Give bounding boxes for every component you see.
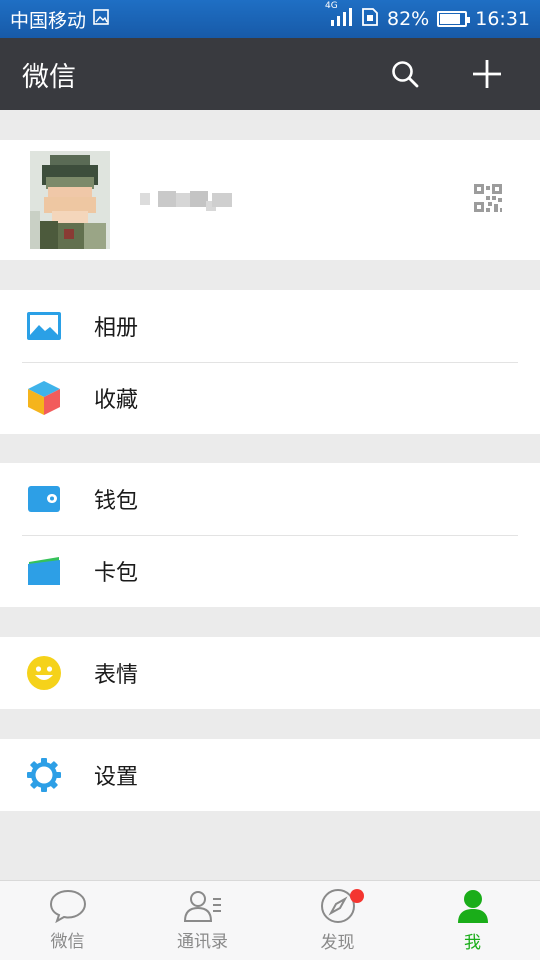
menu-item-label: 钱包 bbox=[94, 489, 139, 514]
menu-item-album[interactable]: 相册 bbox=[0, 290, 540, 362]
tab-me[interactable]: 我 bbox=[405, 881, 540, 960]
menu-item-label: 设置 bbox=[94, 765, 139, 790]
avatar bbox=[30, 151, 110, 249]
menu-group-2: 钱包 卡包 bbox=[0, 463, 540, 607]
menu-item-label: 表情 bbox=[94, 663, 139, 688]
menu-group-3: 表情 bbox=[0, 637, 540, 709]
menu-item-card-package[interactable]: 卡包 bbox=[0, 535, 540, 607]
menu-item-stickers[interactable]: 表情 bbox=[0, 637, 540, 709]
notification-badge bbox=[350, 889, 364, 903]
favorites-cube-icon bbox=[22, 376, 66, 420]
profile-card[interactable] bbox=[0, 140, 540, 260]
menu-group-4: 设置 bbox=[0, 739, 540, 811]
page-title: 微信 bbox=[22, 61, 76, 93]
menu-item-settings[interactable]: 设置 bbox=[0, 739, 540, 811]
tab-chats[interactable]: 微信 bbox=[0, 881, 135, 960]
plus-icon bbox=[473, 60, 501, 88]
add-button[interactable] bbox=[470, 57, 504, 91]
tab-contacts[interactable]: 通讯录 bbox=[135, 881, 270, 960]
battery-icon bbox=[437, 11, 471, 27]
sim-card-icon bbox=[361, 7, 379, 32]
menu-item-label: 收藏 bbox=[94, 388, 139, 413]
carrier-label: 中国移动 bbox=[10, 9, 87, 32]
wallet-icon bbox=[22, 477, 66, 521]
menu-item-label: 卡包 bbox=[94, 561, 139, 586]
bottom-tab-bar: 微信 通讯录 发现 我 bbox=[0, 880, 540, 960]
menu-item-label: 相册 bbox=[94, 316, 139, 341]
clock: 16:31 bbox=[475, 8, 530, 30]
chat-bubble-icon bbox=[49, 889, 86, 923]
menu-group-1: 相册 收藏 bbox=[0, 290, 540, 434]
tab-label: 发现 bbox=[320, 933, 355, 953]
smiley-icon bbox=[22, 651, 66, 695]
album-icon bbox=[22, 304, 66, 348]
me-person-icon bbox=[457, 890, 488, 923]
qr-code-icon[interactable] bbox=[474, 184, 502, 216]
search-icon bbox=[392, 61, 419, 88]
card-package-icon bbox=[22, 549, 66, 593]
battery-percent: 82% bbox=[387, 8, 430, 30]
status-bar: 中国移动 4G 82% 16:31 bbox=[0, 0, 540, 38]
menu-item-favorites[interactable]: 收藏 bbox=[0, 362, 540, 434]
search-button[interactable] bbox=[388, 57, 422, 91]
app-header: 微信 bbox=[0, 38, 540, 110]
network-type-label: 4G bbox=[325, 0, 338, 11]
tab-label: 我 bbox=[464, 933, 481, 953]
tab-label: 通讯录 bbox=[177, 932, 228, 952]
contacts-icon bbox=[183, 891, 221, 922]
menu-item-wallet[interactable]: 钱包 bbox=[0, 463, 540, 535]
settings-gear-icon bbox=[22, 753, 66, 797]
image-notification-icon bbox=[92, 8, 110, 31]
signal-icon: 4G bbox=[325, 1, 353, 32]
username-blurred bbox=[140, 189, 232, 211]
tab-label: 微信 bbox=[50, 932, 85, 952]
tab-discover[interactable]: 发现 bbox=[270, 881, 405, 960]
